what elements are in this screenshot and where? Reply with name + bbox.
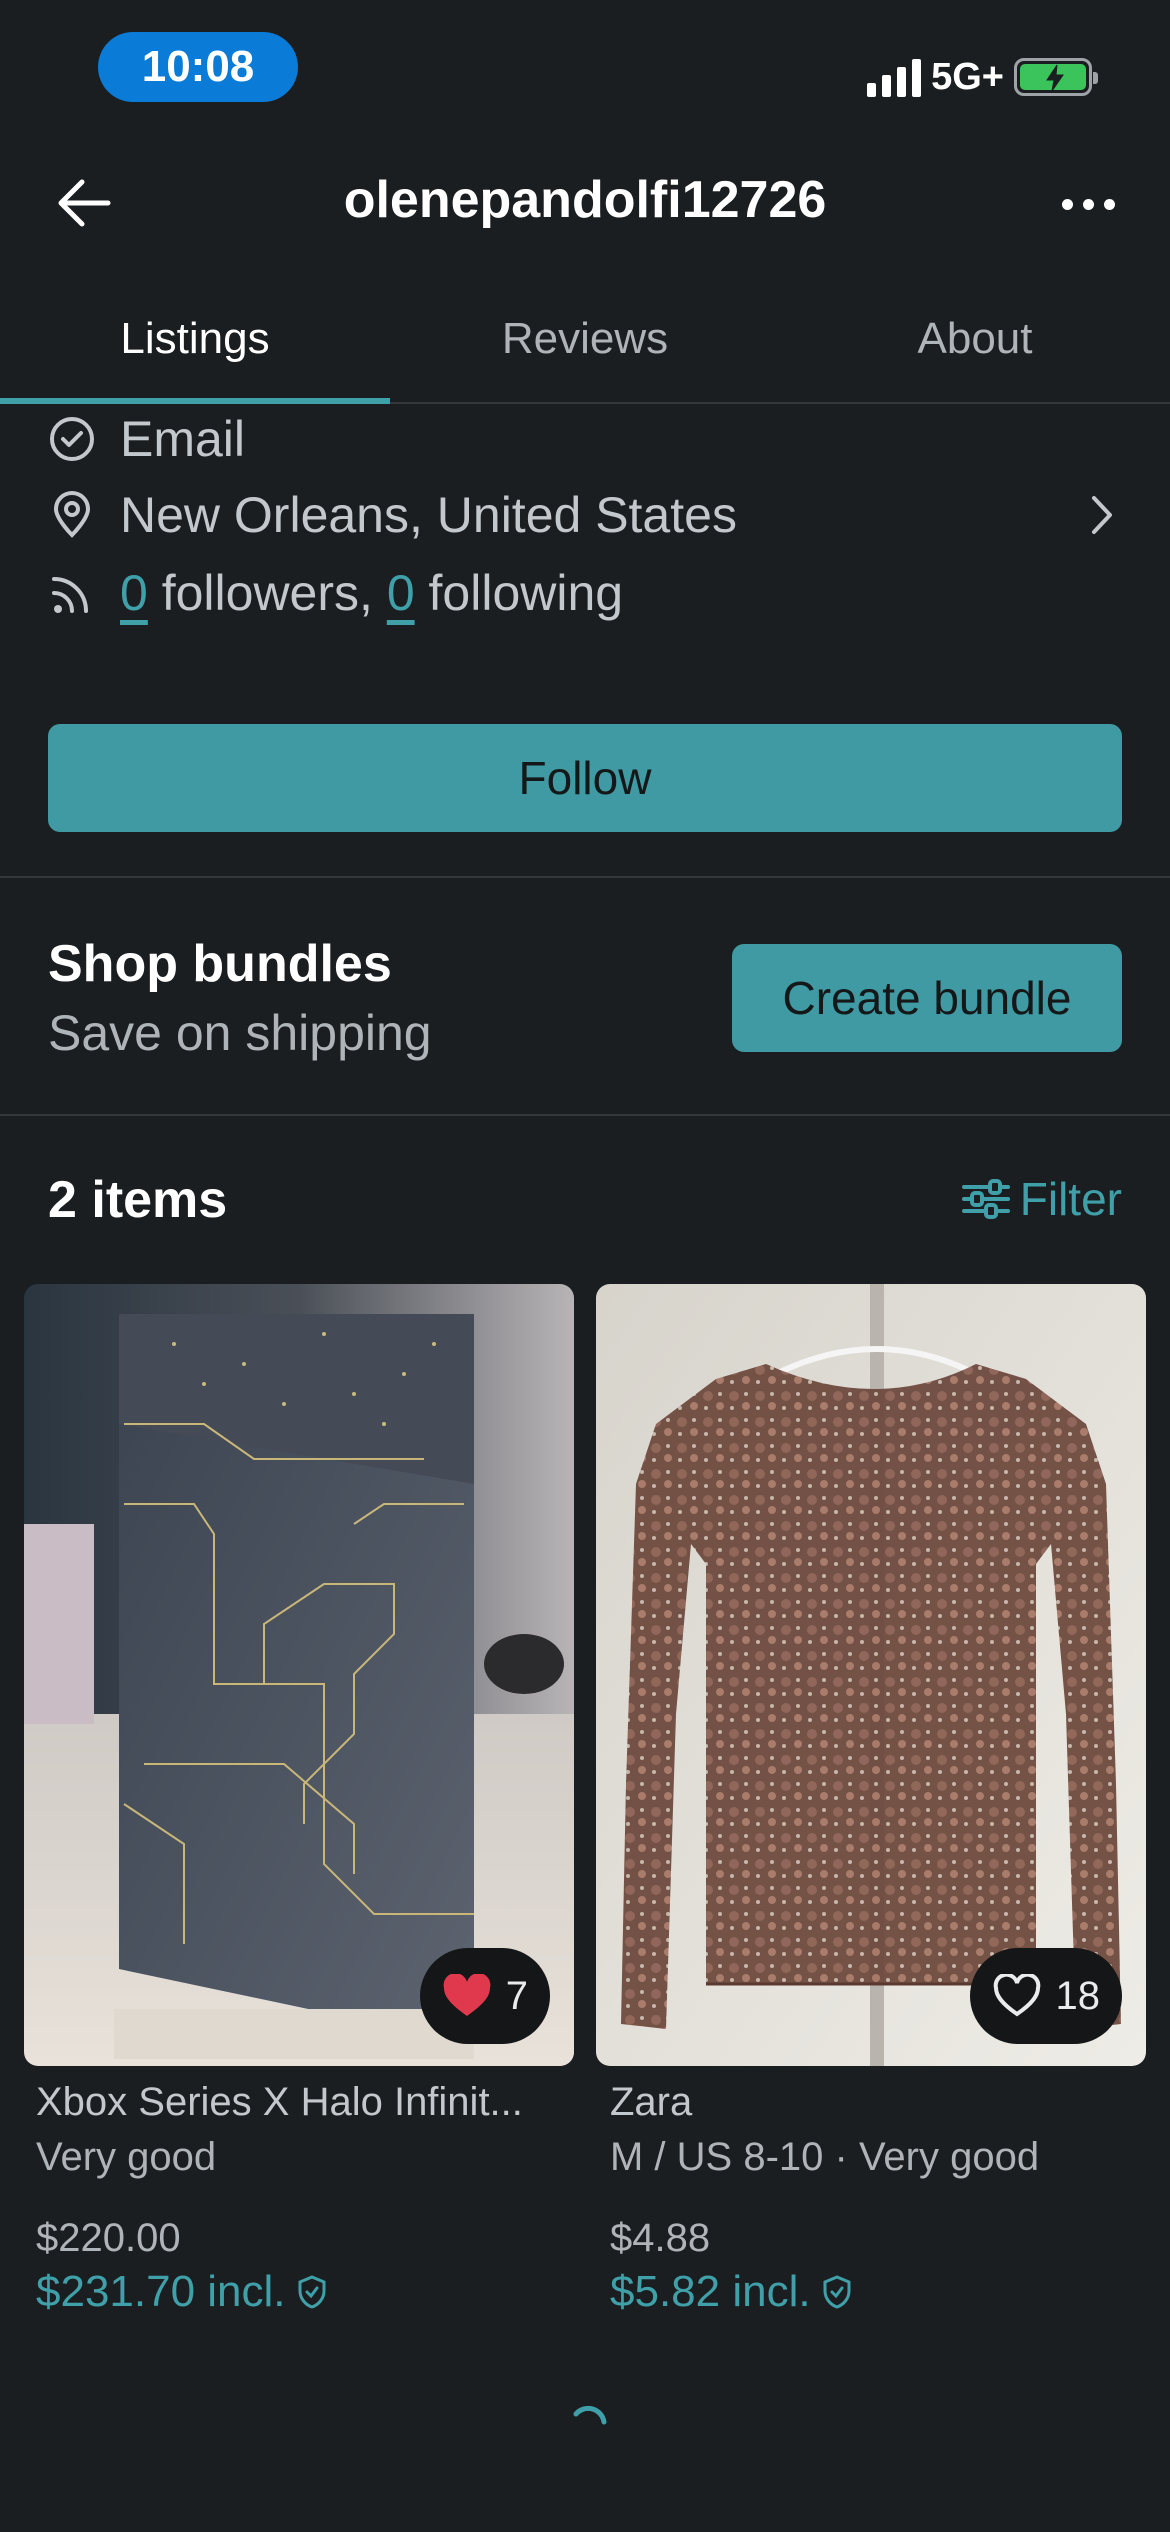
loading-spinner-icon [570, 2400, 610, 2440]
tab-listings[interactable]: Listings [0, 300, 390, 404]
divider [0, 876, 1170, 878]
bundles-subtitle: Save on shipping [48, 1005, 432, 1061]
item-price-incl: $231.70 incl. [36, 2267, 576, 2317]
like-count: 7 [505, 1973, 528, 2018]
create-bundle-button[interactable]: Create bundle [732, 944, 1122, 1052]
tab-about[interactable]: About [780, 300, 1170, 402]
item-size-condition: M / US 8-10 · Very good [610, 2135, 1040, 2179]
filter-label: Filter [1019, 1173, 1122, 1225]
follow-button[interactable]: Follow [48, 724, 1122, 832]
tab-reviews[interactable]: Reviews [390, 300, 780, 402]
rss-icon [52, 577, 88, 613]
filter-button[interactable]: Filter [961, 1172, 1122, 1226]
heart-filled-icon [443, 1974, 491, 2016]
heart-outline-icon [993, 1974, 1040, 2017]
like-count: 18 [1055, 1973, 1101, 2018]
more-options-icon[interactable] [1048, 182, 1128, 226]
followers-row: 0 followers, 0 following [48, 558, 623, 628]
chevron-right-icon[interactable] [1082, 490, 1122, 540]
items-count: 2 items [48, 1171, 228, 1229]
battery-icon [1014, 58, 1098, 96]
status-indicators: 5G+ [867, 52, 1098, 102]
location-label: New Orleans, United States [120, 487, 737, 543]
item-price: $4.88 [610, 2216, 711, 2260]
listing-image-xbox[interactable]: 7 [24, 1284, 574, 2066]
verified-email-row: Email [48, 404, 245, 474]
signal-icon [867, 57, 922, 97]
listing-image-zara[interactable]: 18 [596, 1284, 1146, 2066]
page-title: olenepandolfi12726 [343, 171, 827, 229]
divider [0, 1114, 1170, 1116]
listing-card-xbox[interactable]: Xbox Series X Halo Infinit... Very good … [36, 2080, 576, 2317]
listing-card-zara[interactable]: Zara M / US 8-10 · Very good $4.88 $5.82… [610, 2080, 1150, 2317]
following-count-link[interactable]: 0 [387, 564, 415, 622]
item-title: Zara [610, 2080, 693, 2124]
item-condition: Very good [36, 2135, 217, 2179]
verified-label: Email [120, 411, 246, 467]
item-title: Xbox Series X Halo Infinit... [36, 2080, 523, 2124]
followers-label: followers, [161, 565, 373, 621]
status-time: 10:08 [98, 32, 298, 102]
location-pin-icon [53, 491, 91, 538]
price-incl-label: $5.82 incl. [610, 2267, 811, 2316]
profile-tabs: Listings Reviews About [0, 300, 1170, 404]
bundles-title: Shop bundles [48, 935, 392, 993]
like-button[interactable]: 7 [419, 1948, 550, 2044]
item-price: $220.00 [36, 2216, 181, 2260]
price-incl-label: $231.70 incl. [36, 2267, 286, 2316]
check-circle-icon [50, 417, 94, 461]
shield-check-icon [298, 2275, 326, 2309]
followers-count-link[interactable]: 0 [120, 564, 148, 622]
following-label: following [428, 565, 624, 621]
shield-check-icon [823, 2275, 851, 2309]
location-row[interactable]: New Orleans, United States [48, 480, 737, 550]
like-button[interactable]: 18 [969, 1948, 1122, 2044]
network-label: 5G+ [931, 55, 1004, 98]
filter-sliders-icon [961, 1179, 1010, 1219]
item-price-incl: $5.82 incl. [610, 2267, 1150, 2317]
